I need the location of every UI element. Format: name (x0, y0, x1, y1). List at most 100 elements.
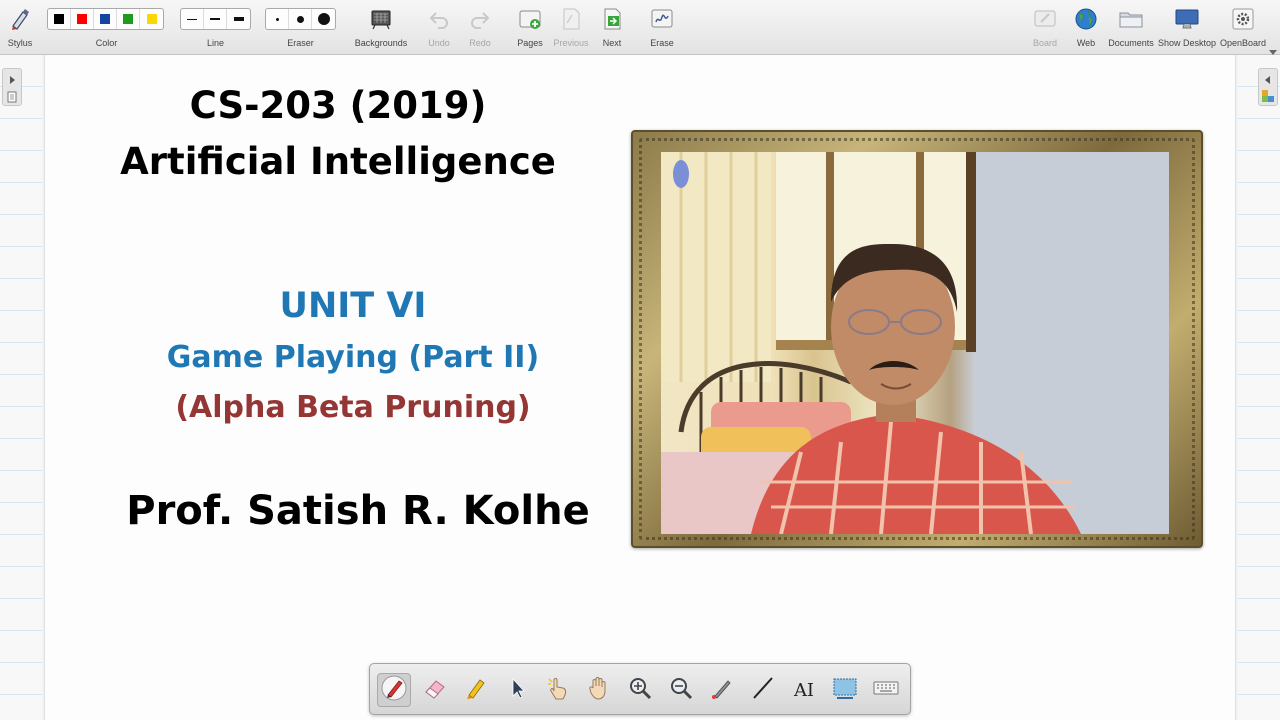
pen-icon (380, 674, 408, 706)
web-label: Web (1076, 38, 1096, 48)
line-icon (749, 674, 777, 706)
previous-label: Previous (553, 38, 589, 48)
line-thin-button[interactable] (181, 9, 204, 29)
board-icon (1032, 7, 1058, 31)
pointer-hand-icon (544, 674, 572, 706)
color-black-button[interactable] (48, 9, 71, 29)
color-label: Color (95, 38, 118, 48)
next-page-icon (599, 7, 625, 31)
color-selector (47, 8, 164, 30)
capture-tool-button[interactable] (828, 673, 862, 707)
openboard-menu-button[interactable]: OpenBoard (1218, 0, 1268, 55)
backgrounds-icon (368, 7, 394, 31)
folder-icon (1118, 7, 1144, 31)
zoom-out-icon (667, 674, 695, 706)
undo-label: Undo (428, 38, 450, 48)
course-code-title: CS-203 (2019) (189, 84, 487, 127)
laser-pointer-tool-button[interactable] (705, 673, 739, 707)
pages-label: Pages (517, 38, 543, 48)
undo-icon (426, 7, 452, 31)
presenter-webcam-video (661, 152, 1169, 534)
line-medium-button[interactable] (204, 9, 227, 29)
web-button[interactable]: Web (1071, 0, 1101, 55)
documents-button[interactable]: Documents (1106, 0, 1156, 55)
previous-button[interactable]: Previous (553, 0, 589, 55)
board-button[interactable]: Board (1030, 0, 1060, 55)
text-tool-button[interactable]: AI (787, 673, 821, 707)
backgrounds-button[interactable]: Backgrounds (352, 0, 410, 55)
color-yellow-button[interactable] (140, 9, 163, 29)
previous-page-icon (558, 7, 584, 31)
redo-label: Redo (469, 38, 491, 48)
documents-label: Documents (1108, 38, 1154, 48)
highlighter-icon (462, 674, 490, 706)
eraser-label: Eraser (287, 38, 314, 48)
zoom-in-icon (626, 674, 654, 706)
openboard-label: OpenBoard (1219, 38, 1267, 48)
pan-hand-icon (585, 674, 613, 706)
topic-heading: Game Playing (Part II) (166, 340, 540, 375)
main-toolbar: Stylus Color Line Eraser Backgrounds Und… (0, 0, 1280, 55)
arrow-right-icon (8, 69, 16, 88)
show-desktop-button[interactable]: Show Desktop (1158, 0, 1216, 55)
color-blue-button[interactable] (94, 9, 117, 29)
line-tool-button[interactable] (746, 673, 780, 707)
presenter-video-frame[interactable] (631, 130, 1203, 548)
erase-page-icon (649, 7, 675, 31)
show-desktop-label: Show Desktop (1158, 38, 1217, 48)
add-page-icon (517, 7, 543, 31)
erase-button[interactable]: Erase (646, 0, 678, 55)
line-thick-button[interactable] (227, 9, 250, 29)
right-page-edge (1238, 55, 1280, 720)
eraser-medium-button[interactable] (289, 9, 312, 29)
color-red-button[interactable] (71, 9, 94, 29)
redo-icon (467, 7, 493, 31)
line-label: Line (206, 38, 224, 48)
arrow-left-icon (1264, 69, 1272, 88)
pages-button[interactable]: Pages (514, 0, 546, 55)
next-button[interactable]: Next (596, 0, 628, 55)
left-drawer-toggle[interactable] (2, 68, 22, 106)
eraser-large-button[interactable] (312, 9, 335, 29)
stylus-palette: AI (369, 663, 911, 715)
line-width-selector (180, 8, 251, 30)
zoom-in-tool-button[interactable] (623, 673, 657, 707)
virtual-keyboard-button[interactable] (869, 673, 903, 707)
color-green-button[interactable] (117, 9, 140, 29)
subtopic-heading: (Alpha Beta Pruning) (175, 390, 531, 425)
board-label: Board (1032, 38, 1058, 48)
pen-tool-button[interactable] (377, 673, 411, 707)
redo-button[interactable]: Redo (465, 0, 495, 55)
desktop-icon (1174, 7, 1200, 31)
eraser-small-button[interactable] (266, 9, 289, 29)
gear-icon (1230, 7, 1256, 31)
erase-label: Erase (650, 38, 674, 48)
eraser-size-selector (265, 8, 336, 30)
pages-thumbnail-icon (7, 88, 17, 107)
zoom-out-tool-button[interactable] (664, 673, 698, 707)
line-group: Line (180, 0, 251, 55)
selector-tool-button[interactable] (500, 673, 534, 707)
stylus-button[interactable]: Stylus (4, 0, 36, 55)
left-page-edge (0, 55, 42, 720)
selector-icon (503, 674, 531, 706)
laser-pointer-icon (708, 674, 736, 706)
keyboard-icon (872, 674, 900, 706)
pan-hand-tool-button[interactable] (582, 673, 616, 707)
course-name-title: Artificial Intelligence (120, 140, 556, 183)
highlighter-tool-button[interactable] (459, 673, 493, 707)
unit-heading: UNIT VI (279, 286, 427, 326)
eraser-tool-button[interactable] (418, 673, 452, 707)
undo-button[interactable]: Undo (424, 0, 454, 55)
eraser-icon (421, 674, 449, 706)
library-icon (1261, 88, 1275, 107)
backgrounds-label: Backgrounds (354, 38, 408, 48)
color-group: Color (47, 0, 166, 55)
next-label: Next (602, 38, 622, 48)
right-drawer-toggle[interactable] (1258, 68, 1278, 106)
globe-icon (1073, 7, 1099, 31)
capture-icon (831, 674, 859, 706)
stylus-label: Stylus (7, 38, 33, 48)
presenter-name: Prof. Satish R. Kolhe (126, 488, 590, 534)
pointer-hand-tool-button[interactable] (541, 673, 575, 707)
